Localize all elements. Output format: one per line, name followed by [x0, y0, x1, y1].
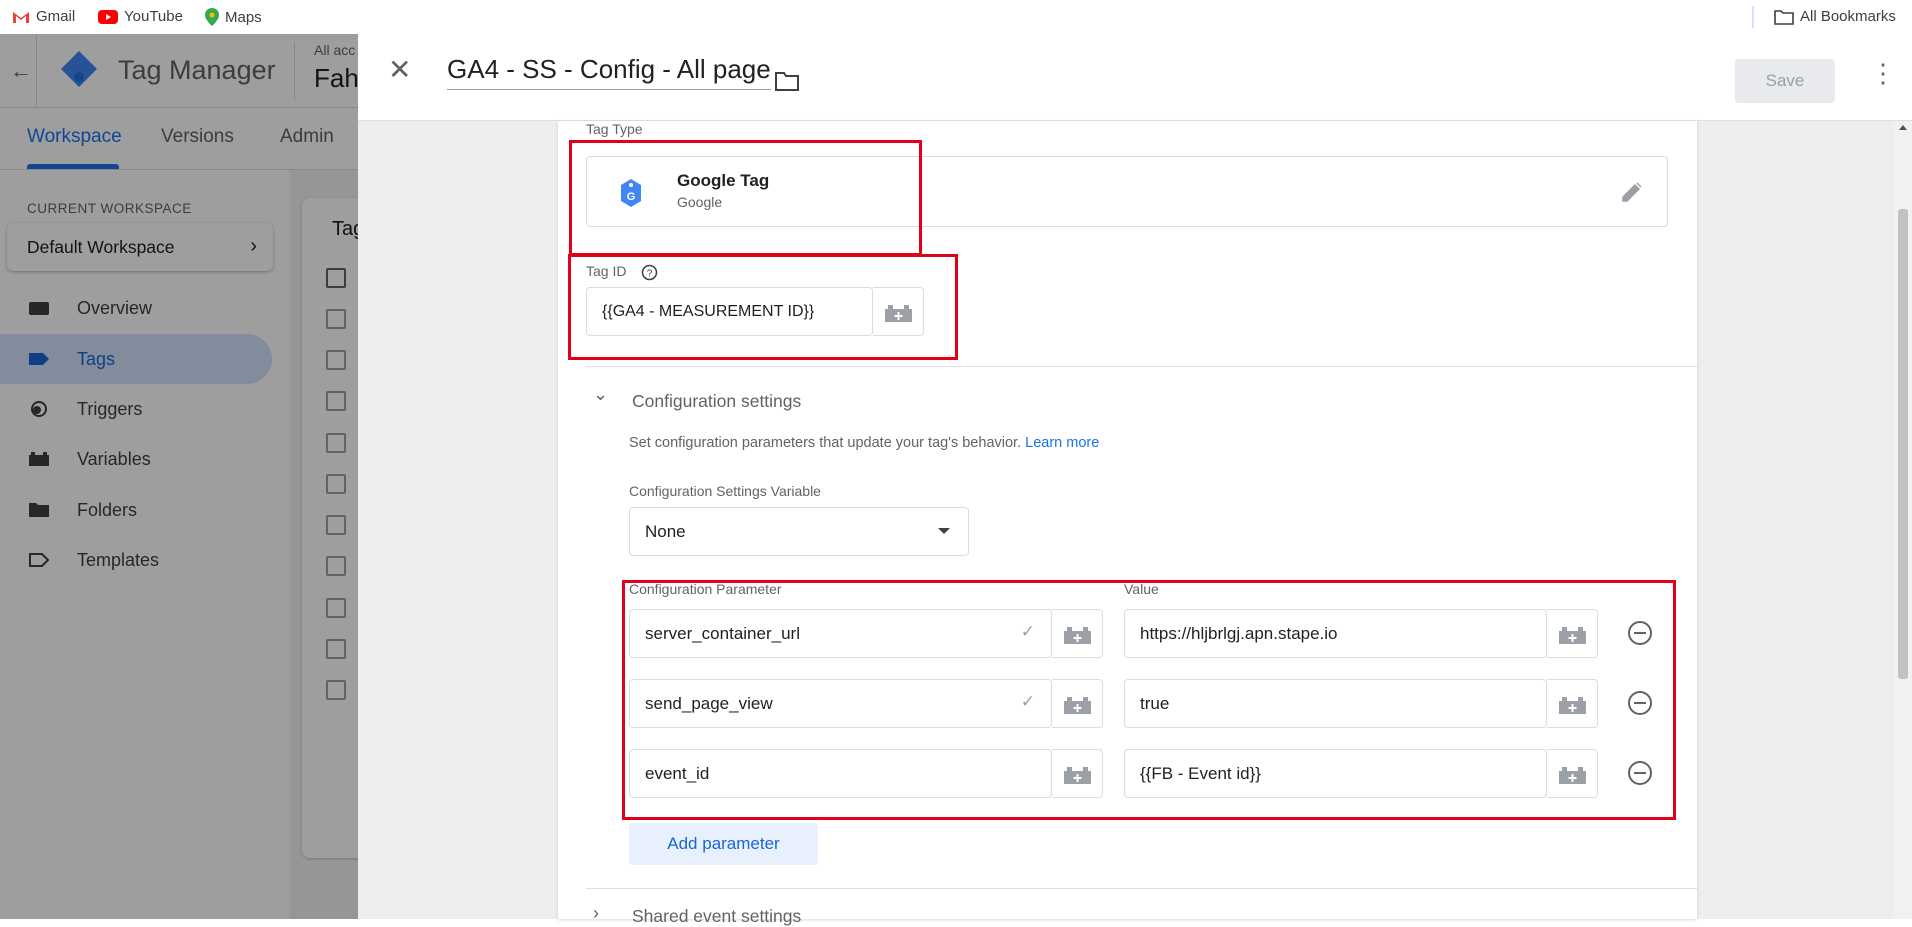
param-value-input[interactable]: true: [1124, 679, 1547, 728]
variable-brick-icon: [885, 305, 912, 322]
tag-type-name: Google Tag: [677, 171, 770, 190]
param-value: https://hljbrlgj.apn.stape.io: [1140, 623, 1338, 643]
config-section-title[interactable]: Configuration settings: [632, 391, 801, 412]
variable-brick-icon: [1559, 627, 1586, 644]
folder-icon: [1774, 9, 1794, 25]
help-icon[interactable]: ?: [641, 264, 658, 281]
check-icon: ✓: [1020, 692, 1035, 711]
add-parameter-button[interactable]: Add parameter: [629, 823, 818, 865]
param-name-input[interactable]: event_id: [629, 749, 1052, 798]
tag-editor-panel: ✕ GA4 - SS - Config - All page Save ⋮ Ta…: [358, 34, 1912, 926]
bookmark-maps[interactable]: Maps: [205, 8, 262, 26]
shared-event-settings-title[interactable]: Shared event settings: [632, 906, 801, 927]
variable-brick-icon: [1559, 767, 1586, 784]
youtube-icon: [98, 9, 118, 24]
config-var-select[interactable]: None: [629, 507, 969, 556]
bookmark-divider: [1752, 6, 1754, 28]
learn-more-link[interactable]: Learn more: [1025, 435, 1099, 451]
tag-name-field[interactable]: GA4 - SS - Config - All page: [447, 54, 771, 90]
maps-icon: [205, 8, 219, 26]
edit-pencil-icon[interactable]: [1621, 181, 1643, 203]
variable-brick-icon: [1064, 697, 1091, 714]
panel-scrollbar[interactable]: [1894, 121, 1912, 919]
section-divider: [586, 366, 1697, 367]
config-description-text: Set configuration parameters that update…: [629, 435, 1022, 451]
param-value: {{FB - Event id}}: [1140, 763, 1261, 783]
dropdown-arrow-icon: [938, 528, 950, 534]
config-var-value: None: [645, 521, 686, 541]
param-name: event_id: [645, 763, 710, 783]
tag-type-vendor: Google: [677, 194, 723, 210]
bookmarks-bar: Gmail YouTube Maps All Bookmarks: [0, 0, 1912, 34]
svg-text:G: G: [627, 191, 636, 203]
remove-row-icon[interactable]: [1628, 621, 1652, 645]
variable-picker-button[interactable]: [1052, 609, 1103, 658]
param-name: send_page_view: [645, 693, 773, 713]
variable-picker-button[interactable]: [1547, 749, 1598, 798]
param-name-input[interactable]: send_page_view ✓: [629, 679, 1052, 728]
variable-brick-icon: [1064, 627, 1091, 644]
section-divider: [586, 888, 1697, 889]
remove-row-icon[interactable]: [1628, 691, 1652, 715]
param-value: true: [1140, 693, 1170, 713]
config-description: Set configuration parameters that update…: [629, 435, 1099, 451]
folder-icon[interactable]: [775, 71, 799, 91]
tag-id-value: {{GA4 - MEASUREMENT ID}}: [602, 302, 815, 320]
config-var-label: Configuration Settings Variable: [629, 483, 821, 499]
param-value-input[interactable]: https://hljbrlgj.apn.stape.io: [1124, 609, 1547, 658]
panel-header: ✕ GA4 - SS - Config - All page Save ⋮: [358, 34, 1912, 121]
bookmark-label: YouTube: [124, 8, 183, 25]
variable-brick-icon: [1064, 767, 1091, 784]
chevron-right-icon[interactable]: ›: [593, 904, 599, 922]
tag-type-label: Tag Type: [586, 121, 643, 137]
tag-id-label: Tag ID: [586, 263, 627, 279]
variable-picker-button[interactable]: [1052, 749, 1103, 798]
bookmark-gmail[interactable]: Gmail: [12, 8, 75, 25]
close-icon[interactable]: ✕: [388, 56, 411, 84]
param-value-input[interactable]: {{FB - Event id}}: [1124, 749, 1547, 798]
tag-id-input[interactable]: {{GA4 - MEASUREMENT ID}}: [586, 287, 873, 336]
variable-picker-button[interactable]: [873, 287, 924, 336]
chevron-down-icon[interactable]: ⌄: [593, 385, 608, 403]
param-name-input[interactable]: server_container_url ✓: [629, 609, 1052, 658]
tag-config-card: Tag Type G Google Tag Google Tag ID ? {{…: [558, 121, 1697, 926]
bookmark-youtube[interactable]: YouTube: [98, 8, 183, 25]
svg-text:?: ?: [647, 269, 653, 280]
variable-picker-button[interactable]: [1547, 679, 1598, 728]
modal-backdrop[interactable]: [0, 34, 360, 919]
variable-brick-icon: [1559, 697, 1586, 714]
more-options-icon[interactable]: ⋮: [1870, 60, 1896, 86]
param-name: server_container_url: [645, 623, 800, 643]
param-col-label: Configuration Parameter: [629, 581, 782, 597]
variable-picker-button[interactable]: [1547, 609, 1598, 658]
variable-picker-button[interactable]: [1052, 679, 1103, 728]
scrollbar-thumb[interactable]: [1898, 209, 1908, 679]
check-icon: ✓: [1020, 622, 1035, 641]
value-col-label: Value: [1124, 581, 1159, 597]
all-bookmarks-label: All Bookmarks: [1800, 8, 1896, 25]
bookmark-label: Maps: [225, 8, 262, 26]
bookmark-label: Gmail: [36, 8, 76, 25]
google-tag-icon: G: [621, 179, 641, 207]
scroll-up-arrow-icon[interactable]: [1899, 125, 1907, 130]
remove-row-icon[interactable]: [1628, 761, 1652, 785]
save-button[interactable]: Save: [1735, 59, 1835, 103]
tag-type-selector[interactable]: G Google Tag Google: [586, 156, 1668, 227]
all-bookmarks-button[interactable]: All Bookmarks: [1774, 8, 1896, 25]
gmail-icon: [13, 11, 29, 23]
